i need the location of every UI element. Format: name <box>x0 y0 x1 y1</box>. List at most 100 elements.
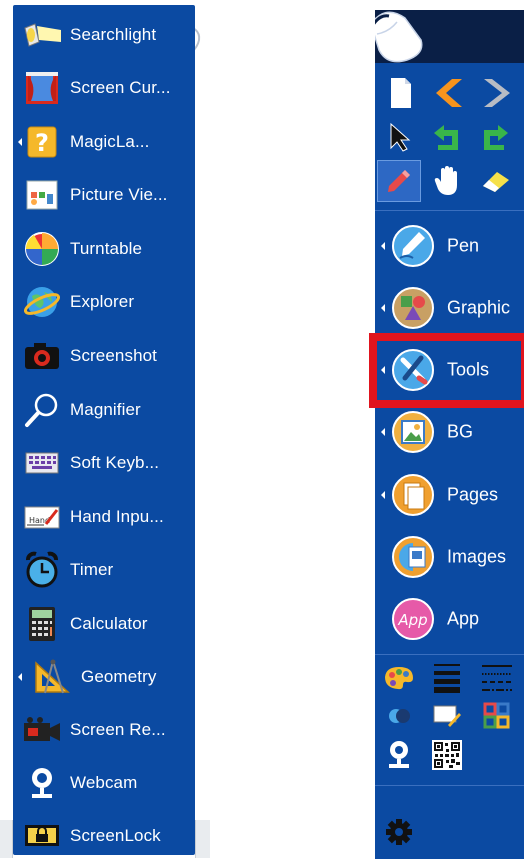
toolbar-item-label: Tools <box>447 359 490 380</box>
webcam-icon <box>21 764 63 802</box>
toolbar-item-label: Pages <box>447 484 499 505</box>
menu-item-label: Soft Keyb... <box>70 452 160 472</box>
line-weight-button[interactable] <box>425 660 469 696</box>
lock-icon <box>21 817 63 855</box>
magnifier-icon <box>21 391 63 429</box>
line-style-button[interactable] <box>475 660 519 696</box>
toolbar-item-tools[interactable]: Tools <box>375 339 524 401</box>
toolbar-drag-handle[interactable] <box>375 10 524 63</box>
toolbar-separator <box>375 654 524 655</box>
toolbar-separator <box>375 785 524 786</box>
toolbar-item-label: BG <box>447 421 474 442</box>
toolbar-item-label: App <box>447 608 480 629</box>
menu-item-label: ScreenLock <box>70 825 161 845</box>
palette-icon <box>385 667 413 690</box>
menu-item-picture-viewer[interactable]: Picture Vie... <box>13 168 195 221</box>
menu-item-webcam[interactable]: Webcam <box>13 756 195 809</box>
menu-item-explorer[interactable]: Explorer <box>13 275 195 328</box>
layout-icon <box>483 702 510 729</box>
toggle-icon <box>389 709 410 723</box>
next-page-button[interactable] <box>473 72 517 114</box>
new-page-button[interactable] <box>379 72 423 114</box>
menu-item-magnifier[interactable]: Magnifier <box>13 383 195 436</box>
toolbar-item-graphic[interactable]: Graphic <box>375 277 524 339</box>
menu-item-hand-input[interactable]: Hand Hand Inpu... <box>13 490 195 543</box>
toolbar-row-draw <box>375 160 524 203</box>
menu-item-calculator[interactable]: Calculator <box>13 597 195 650</box>
pen-tool-button[interactable] <box>377 160 421 202</box>
menu-item-label: Magnifier <box>70 399 141 419</box>
pan-tool-button[interactable] <box>425 160 469 202</box>
line-weight-icon <box>434 664 460 693</box>
toolbar-row-edit <box>375 116 524 159</box>
tools-circle-icon <box>392 349 434 391</box>
gear-icon <box>386 819 412 845</box>
eraser-tool-button[interactable] <box>473 160 517 202</box>
geometry-icon <box>31 658 73 696</box>
toolbar-row-extra <box>375 736 524 774</box>
menu-item-timer[interactable]: Timer <box>13 543 195 596</box>
pages-circle-icon <box>392 474 434 516</box>
main-toolbar: Pen Graphic Tools BG Pages Images App Ap… <box>375 10 524 859</box>
toolbar-item-label: Images <box>447 546 507 567</box>
screen-edit-button[interactable] <box>425 698 469 734</box>
menu-item-label: MagicLa... <box>70 131 150 151</box>
menu-item-soft-keyboard[interactable]: Soft Keyb... <box>13 436 195 489</box>
menu-item-screen-recorder[interactable]: Screen Re... <box>13 703 195 756</box>
menu-item-screen-lock[interactable]: ScreenLock <box>13 809 195 859</box>
menu-item-label: Screen Cur... <box>70 77 171 97</box>
redo-button[interactable] <box>473 116 517 158</box>
app-circle-icon: App <box>392 598 434 640</box>
toggle-button[interactable] <box>377 698 421 734</box>
menu-item-label: Geometry <box>81 666 157 686</box>
new-page-icon <box>391 78 411 108</box>
searchlight-icon <box>21 16 63 54</box>
submenu-arrow-icon <box>381 491 385 499</box>
picture-viewer-icon <box>21 176 63 214</box>
turntable-icon <box>21 230 63 268</box>
tools-submenu: Searchlight Screen Cur... ? MagicLa... P… <box>13 5 195 855</box>
previous-page-button[interactable] <box>425 72 469 114</box>
menu-item-label: Turntable <box>70 238 143 258</box>
submenu-arrow-icon <box>381 304 385 312</box>
toolbar-separator <box>375 210 524 211</box>
menu-item-magic-lamp[interactable]: ? MagicLa... <box>13 115 195 168</box>
submenu-arrow-icon <box>381 366 385 374</box>
menu-item-label: Screen Re... <box>70 719 166 739</box>
webcam-icon <box>389 741 409 768</box>
toolbar-item-pen[interactable]: Pen <box>375 215 524 277</box>
color-button[interactable] <box>377 660 421 696</box>
menu-item-label: Timer <box>70 559 114 579</box>
select-button[interactable] <box>379 116 423 158</box>
submenu-arrow-icon <box>381 242 385 250</box>
menu-item-label: Searchlight <box>70 24 157 44</box>
pen-icon <box>388 170 410 192</box>
menu-item-label: Webcam <box>70 772 138 792</box>
menu-item-searchlight[interactable]: Searchlight <box>13 8 195 61</box>
menu-item-label: Screenshot <box>70 345 157 365</box>
toolbar-item-app[interactable]: App App <box>375 588 524 650</box>
menu-item-label: Hand Inpu... <box>70 506 164 526</box>
mouse-icon <box>375 11 423 63</box>
settings-button[interactable] <box>377 810 421 854</box>
undo-button[interactable] <box>425 116 469 158</box>
qr-code-button[interactable] <box>425 736 469 774</box>
toolbar-item-images[interactable]: Images <box>375 526 524 588</box>
menu-item-label: Explorer <box>70 291 135 311</box>
webcam-button[interactable] <box>377 736 421 774</box>
pen-circle-icon <box>392 225 434 267</box>
line-style-icon <box>482 665 512 691</box>
screen-edit-icon <box>433 705 461 727</box>
menu-item-turntable[interactable]: Turntable <box>13 222 195 275</box>
magic-lamp-icon: ? <box>21 123 63 161</box>
menu-item-geometry[interactable]: Geometry <box>13 650 195 703</box>
toolbar-item-pages[interactable]: Pages <box>375 464 524 526</box>
explorer-icon <box>21 283 63 321</box>
menu-item-screenshot[interactable]: Screenshot <box>13 329 195 382</box>
menu-item-screen-curtain[interactable]: Screen Cur... <box>13 61 195 114</box>
graphic-circle-icon <box>392 287 434 329</box>
layout-button[interactable] <box>475 698 519 734</box>
toolbar-item-bg[interactable]: BG <box>375 401 524 463</box>
redo-icon <box>484 125 508 150</box>
keyboard-icon <box>21 444 63 482</box>
